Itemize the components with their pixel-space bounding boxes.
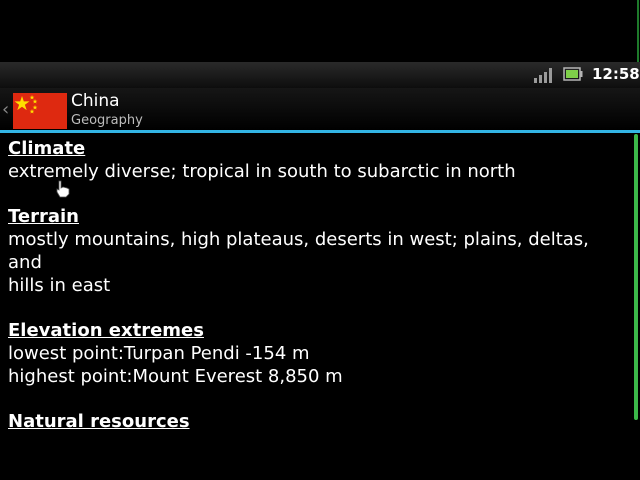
- china-flag-icon[interactable]: [13, 93, 67, 129]
- section-terrain: Terrain mostly mountains, high plateaus,…: [8, 205, 628, 297]
- screen: 12:58 ‹ China Geography Climate extremel…: [0, 0, 640, 480]
- section-body-line: highest point:Mount Everest 8,850 m: [8, 366, 343, 387]
- title-divider: [0, 130, 640, 133]
- status-clock: 12:58: [592, 65, 640, 83]
- section-elevation: Elevation extremes lowest point:Turpan P…: [8, 319, 628, 388]
- section-heading: Natural resources: [8, 411, 190, 432]
- scrollbar[interactable]: [634, 134, 638, 420]
- section-body-line: mostly mountains, high plateaus, deserts…: [8, 229, 589, 273]
- top-band: [0, 0, 640, 62]
- section-body-line: extremely diverse; tropical in south to …: [8, 161, 516, 182]
- section-climate: Climate extremely diverse; tropical in s…: [8, 137, 628, 183]
- section-natural-resources: Natural resources: [8, 410, 628, 433]
- back-chevron-icon[interactable]: ‹: [2, 99, 9, 121]
- hand-cursor-icon: [56, 180, 70, 198]
- battery-icon: [563, 67, 583, 81]
- signal-icon: [534, 68, 552, 83]
- section-body-line: lowest point:Turpan Pendi -154 m: [8, 343, 310, 364]
- page-subtitle: Geography: [71, 113, 143, 128]
- content-list[interactable]: Climate extremely diverse; tropical in s…: [8, 137, 628, 455]
- section-heading: Elevation extremes: [8, 320, 204, 341]
- edge-line: [637, 0, 639, 62]
- page-title: China: [71, 91, 120, 111]
- section-heading: Climate: [8, 138, 86, 159]
- section-body-line: hills in east: [8, 275, 111, 296]
- section-heading: Terrain: [8, 206, 79, 227]
